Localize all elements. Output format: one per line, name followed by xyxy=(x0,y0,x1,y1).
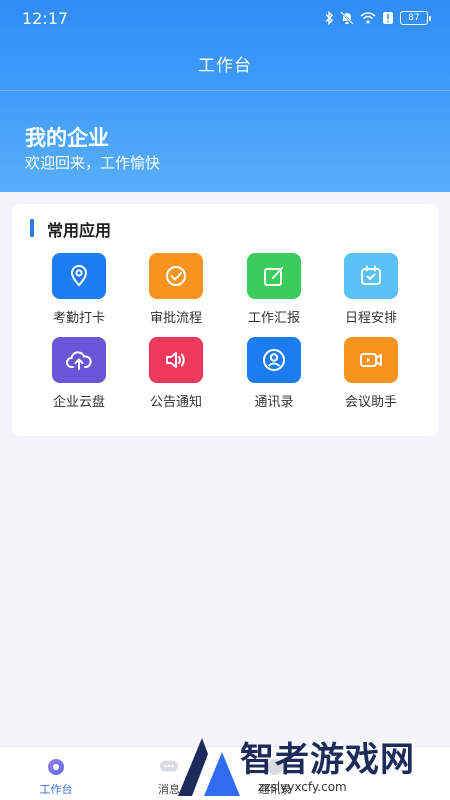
mute-icon xyxy=(340,11,354,25)
status-time: 12:17 xyxy=(22,8,69,28)
calendar-check-icon xyxy=(344,253,398,299)
cloud-upload-icon xyxy=(52,337,106,383)
welcome-text: 欢迎回来，工作愉快 xyxy=(25,154,161,172)
alert-icon xyxy=(382,11,394,25)
app-approval[interactable]: 审批流程 xyxy=(127,253,225,333)
battery-level: 87 xyxy=(408,13,420,23)
bluetooth-icon xyxy=(324,11,334,25)
app-label: 公告通知 xyxy=(149,395,202,410)
app-label: 企业云盘 xyxy=(52,395,105,410)
workbench-icon xyxy=(46,757,66,777)
status-bar: 12:17 87 xyxy=(0,0,450,36)
app-label: 审批流程 xyxy=(149,311,202,326)
app-label: 会议助手 xyxy=(344,395,397,410)
app-label: 通讯录 xyxy=(254,395,294,410)
tab-workbench[interactable]: 工作台 xyxy=(16,747,96,800)
battery-icon: 87 xyxy=(400,11,431,25)
video-icon xyxy=(344,337,398,383)
app-attendance[interactable]: 考勤打卡 xyxy=(30,253,128,333)
section-accent-bar xyxy=(30,219,34,237)
company-name: 我的企业 xyxy=(25,126,109,150)
tab-label: 工作台 xyxy=(39,783,73,796)
contact-icon xyxy=(247,337,301,383)
edit-note-icon xyxy=(247,253,301,299)
page-title: 工作台 xyxy=(198,55,252,76)
app-schedule[interactable]: 日程安排 xyxy=(322,253,420,333)
app-meeting[interactable]: 会议助手 xyxy=(322,337,420,417)
status-icons: 87 xyxy=(324,11,431,25)
apps-card: 常用应用 考勤打卡 审批流程 工作汇报 日程安排 企业云盘 公告通知 通讯录 会… xyxy=(12,204,438,436)
header-divider xyxy=(0,90,450,91)
watermark-url: zzslyyxcfy.com xyxy=(258,780,347,794)
app-work-report[interactable]: 工作汇报 xyxy=(225,253,323,333)
app-contacts[interactable]: 通讯录 xyxy=(225,337,323,417)
app-label: 日程安排 xyxy=(344,311,397,326)
app-label: 工作汇报 xyxy=(247,311,300,326)
watermark-logo-icon xyxy=(172,732,242,800)
location-pin-icon xyxy=(52,253,106,299)
watermark-text: 智者游戏网 xyxy=(240,740,415,780)
wifi-icon xyxy=(360,12,376,24)
section-title: 常用应用 xyxy=(47,221,112,240)
speaker-icon xyxy=(149,337,203,383)
app-announcement[interactable]: 公告通知 xyxy=(127,337,225,417)
check-circle-icon xyxy=(149,253,203,299)
app-label: 考勤打卡 xyxy=(52,311,105,326)
app-cloud-drive[interactable]: 企业云盘 xyxy=(30,337,128,417)
watermark: 智者游戏网 zzslyyxcfy.com xyxy=(170,732,450,800)
